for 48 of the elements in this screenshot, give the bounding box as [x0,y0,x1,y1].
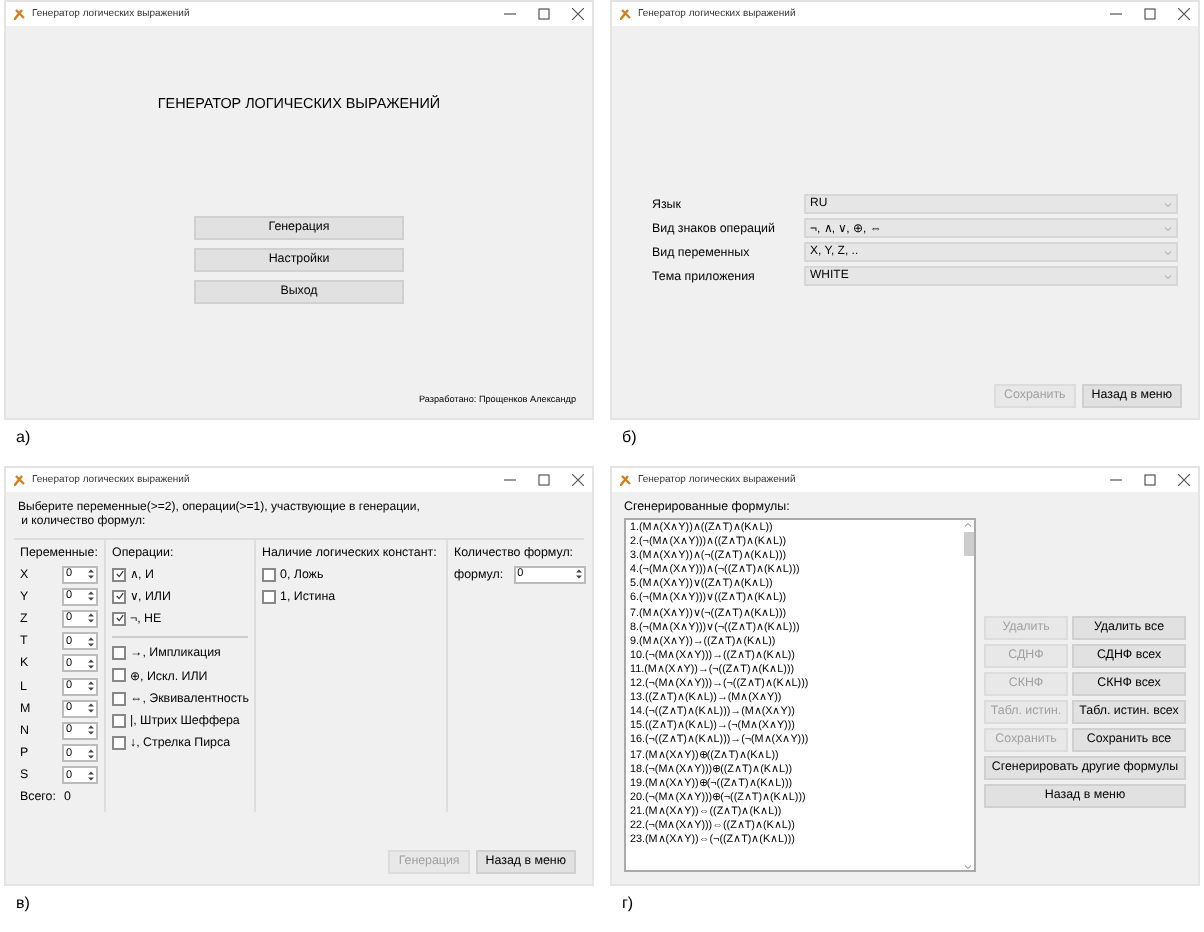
checkbox[interactable] [112,589,126,604]
spinner-arrows-icon[interactable] [88,568,94,581]
maximize-icon[interactable] [1144,8,1156,20]
figure-caption: а) [14,426,31,446]
chevron-down-icon [1164,273,1172,279]
chevron-down-icon [1164,225,1172,231]
close-icon[interactable] [572,8,584,20]
figure-caption: г) [620,892,634,912]
checkbox[interactable] [262,589,276,604]
spinner-arrows-icon[interactable] [575,568,582,581]
checkbox[interactable] [112,611,126,626]
spinner-arrows-icon[interactable] [88,612,94,625]
maximize-icon[interactable] [538,8,550,20]
close-icon[interactable] [1178,474,1190,486]
close-icon[interactable] [572,474,584,486]
minimize-icon[interactable] [1110,8,1122,20]
chevron-down-icon [1164,201,1172,207]
spinner-arrows-icon[interactable] [88,724,94,737]
spinner-arrows-icon[interactable] [88,680,94,693]
minimize-icon[interactable] [1110,474,1122,486]
spinner-arrows-icon[interactable] [88,702,94,715]
figure-caption: б) [620,426,637,446]
figure-caption: в) [14,892,30,912]
scrollbar[interactable] [962,520,974,870]
maximize-icon[interactable] [1144,474,1156,486]
app-icon [14,8,26,20]
spinner-arrows-icon[interactable] [88,747,94,760]
app-icon [620,8,632,20]
checkbox[interactable] [112,646,126,661]
checkbox[interactable] [112,567,126,582]
checkbox[interactable] [112,691,126,706]
checkbox[interactable] [112,668,126,683]
close-icon[interactable] [1178,8,1190,20]
spinner-arrows-icon[interactable] [88,635,94,648]
checkbox[interactable] [112,713,126,728]
app-icon [14,474,26,486]
app-icon [620,474,632,486]
scrollbar-thumb[interactable] [963,532,973,556]
spinner-arrows-icon[interactable] [88,590,94,603]
minimize-icon[interactable] [504,474,516,486]
maximize-icon[interactable] [538,474,550,486]
minimize-icon[interactable] [504,8,516,20]
spinner-arrows-icon[interactable] [88,657,94,670]
spinner-arrows-icon[interactable] [88,769,94,782]
formula-list[interactable] [624,518,976,872]
checkbox[interactable] [112,735,126,750]
chevron-down-icon [1164,249,1172,255]
checkbox[interactable] [262,567,276,582]
